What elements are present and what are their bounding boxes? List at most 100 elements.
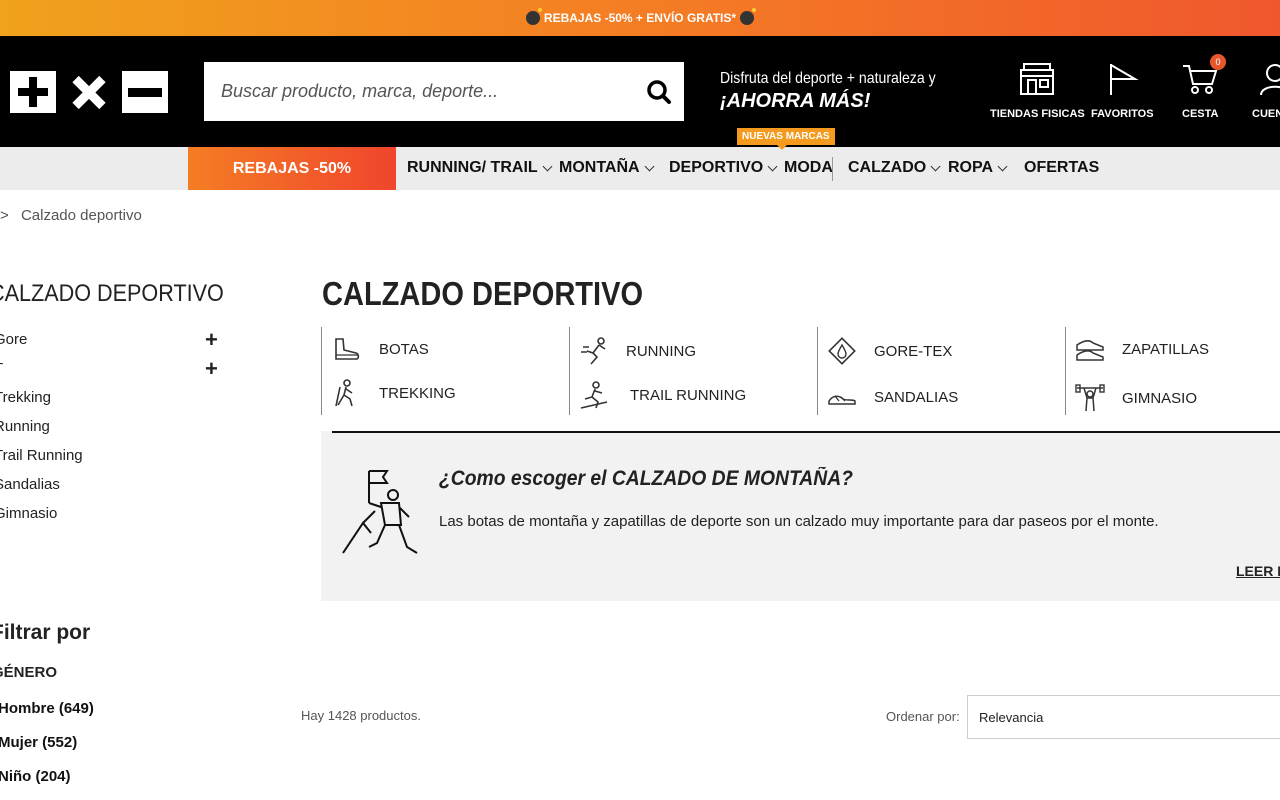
sidebar-item[interactable]: Gore + — [0, 329, 234, 358]
sort-select[interactable]: Relevancia — [967, 695, 1280, 739]
sidebar-item[interactable]: T+ — [0, 358, 234, 387]
sort-label: Ordenar por: — [886, 709, 960, 724]
site-logo[interactable] — [10, 71, 168, 113]
category-trail-running[interactable]: TRAIL RUNNING — [578, 381, 746, 409]
nav-item-deportivo[interactable]: DEPORTIVO — [669, 159, 778, 177]
nav-label: OFERTAS — [1024, 159, 1100, 176]
logo-plus — [10, 71, 56, 113]
chevron-down-icon — [997, 161, 1008, 171]
bomb-icon — [525, 8, 542, 25]
category-label: RUNNING — [626, 342, 696, 360]
tagline-line2: ¡AHORRA MÁS! — [720, 90, 871, 112]
weightlifter-icon — [1074, 384, 1106, 412]
nav-item-montana[interactable]: MONTAÑA — [559, 159, 655, 177]
nav-label: RUNNING/ TRAIL — [407, 159, 538, 176]
category-label: TRAIL RUNNING — [630, 386, 747, 404]
category-label: TREKKING — [379, 384, 456, 402]
buying-guide-box: ¿Como escoger el CALZADO DE MONTAÑA? Las… — [321, 431, 1280, 601]
stores-label: TIENDAS FISICAS — [990, 108, 1085, 120]
chevron-down-icon — [644, 161, 655, 171]
sidebar-item-label: Sandalias — [0, 476, 60, 493]
sidebar-item-label: Gimnasio — [0, 505, 58, 522]
nav-sale[interactable]: REBAJAS -50% — [188, 147, 396, 190]
expand-plus-icon[interactable]: + — [205, 329, 218, 351]
stores-link[interactable]: TIENDAS FISICAS — [990, 62, 1085, 120]
category-label: GIMNASIO — [1122, 389, 1198, 407]
category-running[interactable]: RUNNING — [578, 337, 696, 365]
sandal-icon — [826, 383, 858, 411]
filter-title: Filtrar por — [0, 621, 91, 644]
expand-plus-icon[interactable]: + — [205, 358, 218, 380]
gore-tex-icon — [826, 337, 858, 365]
filter-group-title: GÉNERO — [0, 664, 58, 681]
category-column-divider — [817, 327, 818, 415]
filter-option[interactable]: Hombre (649) — [0, 698, 94, 732]
category-label: BOTAS — [379, 340, 429, 358]
chevron-down-icon — [542, 161, 553, 171]
breadcrumb-current: Calzado deportivo — [20, 207, 142, 224]
logo-times — [66, 71, 112, 113]
mountain-hiker-icon — [342, 470, 418, 554]
nav-item-running-trail[interactable]: RUNNING/ TRAIL — [407, 159, 553, 177]
sidebar-item[interactable]: Gimnasio — [0, 503, 234, 532]
sidebar-item[interactable]: Trail Running — [0, 445, 234, 474]
nav-item-ropa[interactable]: ROPA — [948, 159, 1008, 177]
category-column-divider — [569, 327, 570, 415]
trail-runner-icon — [578, 381, 610, 409]
header-tagline: Disfruta del deporte + naturaleza y ¡AHO… — [720, 70, 965, 113]
cart-link[interactable]: 0 CESTA — [1182, 54, 1226, 120]
new-brands-badge: NUEVAS MARCAS — [737, 128, 835, 150]
category-gimnasio[interactable]: GIMNASIO — [1074, 384, 1197, 412]
nav-item-ofertas[interactable]: OFERTAS — [1024, 159, 1099, 177]
cart-count-badge: 0 — [1210, 54, 1226, 70]
sidebar-item-label: Gore — [0, 331, 28, 348]
logo-minus — [122, 71, 168, 113]
category-label: GORE-TEX — [874, 342, 953, 360]
breadcrumb: > Calzado deportivo — [0, 207, 150, 224]
nav-label: MODA — [784, 159, 833, 176]
read-more-link[interactable]: LEER MÁS — [1236, 563, 1280, 579]
nav-divider — [832, 157, 833, 181]
boot-icon — [331, 335, 363, 363]
sidebar-item[interactable]: Trekking — [0, 387, 234, 416]
flag-icon — [1110, 64, 1139, 95]
category-gore-tex[interactable]: GORE-TEX — [826, 337, 952, 365]
sidebar-item[interactable]: Sandalias — [0, 474, 234, 503]
account-link[interactable]: CUENTA — [1252, 62, 1280, 120]
category-sandalias[interactable]: SANDALIAS — [826, 383, 958, 411]
category-botas[interactable]: BOTAS — [331, 335, 429, 363]
sidebar-categories: Gore+ T+ Trekking Running Trail Running … — [0, 329, 234, 532]
search-bar — [204, 62, 684, 121]
sidebar-item-label: Trail Running — [0, 447, 83, 464]
search-button[interactable] — [634, 62, 684, 121]
chevron-down-icon — [930, 161, 941, 171]
promo-banner[interactable]: REBAJAS -50% + ENVÍO GRATIS* — [0, 0, 1280, 36]
category-zapatillas[interactable]: ZAPATILLAS — [1074, 335, 1209, 363]
product-count: Hay 1428 productos. — [301, 708, 421, 723]
favorites-link[interactable]: FAVORITOS — [1091, 62, 1154, 120]
category-column-divider — [1065, 327, 1066, 415]
sneaker-icon — [1074, 335, 1106, 363]
nav-item-moda[interactable]: MODA — [784, 159, 833, 177]
sort-value: Relevancia — [979, 709, 1044, 725]
breadcrumb-separator: > — [0, 207, 9, 224]
sidebar-item-label: T — [0, 360, 3, 377]
runner-icon — [578, 337, 610, 365]
chevron-down-icon — [767, 161, 778, 171]
nav-label: MONTAÑA — [559, 159, 640, 176]
sidebar-item-label: Running — [0, 418, 50, 435]
site-header: Disfruta del deporte + naturaleza y ¡AHO… — [0, 36, 1280, 147]
search-input[interactable] — [204, 62, 634, 121]
sidebar-item[interactable]: Running — [0, 416, 234, 445]
nav-label: ROPA — [948, 159, 994, 176]
guide-title: ¿Como escoger el CALZADO DE MONTAÑA? — [439, 467, 853, 490]
search-icon — [647, 79, 671, 104]
guide-text: Las botas de montaña y zapatillas de dep… — [439, 513, 1159, 530]
nav-label: DEPORTIVO — [669, 159, 764, 176]
nav-item-calzado[interactable]: CALZADO — [848, 159, 941, 177]
category-trekking[interactable]: TREKKING — [331, 379, 456, 407]
account-label: CUENTA — [1252, 108, 1280, 120]
category-grid: BOTAS TREKKING RUNNING TRAIL RUNNING GOR… — [321, 327, 1280, 415]
filter-option[interactable]: Mujer (552) — [0, 732, 94, 766]
filter-option[interactable]: Niño (204) — [0, 766, 94, 800]
